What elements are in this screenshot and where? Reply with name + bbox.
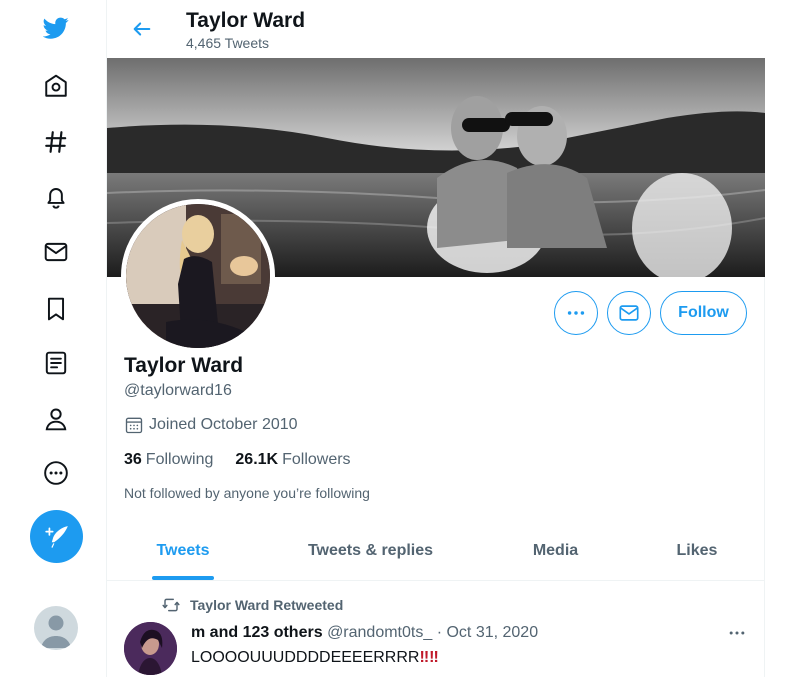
mail-icon[interactable] <box>36 232 76 272</box>
compose-icon <box>44 525 68 548</box>
left-navigation <box>0 0 106 677</box>
retweet-label: Taylor Ward Retweeted <box>190 597 344 613</box>
tab-tweets-and-replies[interactable]: Tweets & replies <box>259 522 482 580</box>
arrow-left-icon <box>133 22 151 36</box>
tab-media[interactable]: Media <box>482 522 629 580</box>
tweet-author-avatar[interactable] <box>124 622 177 675</box>
following-count: 36 <box>124 451 142 468</box>
mail-icon <box>619 305 639 321</box>
tweet-header: m and 123 others @randomt0ts_ · Oct 31, … <box>191 624 538 642</box>
header-title: Taylor Ward <box>186 9 306 32</box>
profile-column: Taylor Ward 4,465 Tweets Follow Taylor W… <box>106 0 765 677</box>
not-followed-notice: Not followed by anyone you’re following <box>124 485 370 501</box>
profile-avatar[interactable] <box>121 199 275 353</box>
tweet-body: LOOOOUUUDDDDEEEERRRR‼‼ <box>191 649 439 667</box>
active-tab-indicator <box>152 576 214 580</box>
bell-icon[interactable] <box>36 177 76 217</box>
following-label: Following <box>145 451 214 468</box>
tweet-author-handle[interactable]: @randomt0ts_ <box>327 624 432 641</box>
account-avatar[interactable] <box>34 606 78 650</box>
tab-label: Likes <box>676 542 718 559</box>
home-icon[interactable] <box>36 66 76 106</box>
profile-header-bar: Taylor Ward 4,465 Tweets <box>107 0 765 58</box>
tweet-date[interactable]: Oct 31, 2020 <box>446 624 538 641</box>
ellipsis-icon <box>567 311 585 315</box>
retweet-context: Taylor Ward Retweeted <box>162 596 343 614</box>
followers-label: Followers <box>282 451 351 468</box>
tab-label: Tweets <box>156 542 210 559</box>
calendar-icon <box>125 417 143 434</box>
list-icon[interactable] <box>36 343 76 383</box>
double-exclamation-emoji: ‼‼ <box>419 649 439 666</box>
tab-tweets[interactable]: Tweets <box>107 522 259 580</box>
tweet-author-name[interactable]: m and 123 others <box>191 624 323 641</box>
profile-name: Taylor Ward <box>124 354 244 377</box>
profile-tabs: Tweets Tweets & replies Media Likes <box>107 522 765 581</box>
following-link[interactable]: 36 Following <box>124 451 213 469</box>
retweet-icon <box>162 598 180 612</box>
joined-text: Joined October 2010 <box>149 416 298 433</box>
tweet-text: LOOOOUUUDDDDEEEERRRR <box>191 649 420 666</box>
tweet-more-button[interactable] <box>721 622 753 644</box>
tab-label: Tweets & replies <box>307 542 434 559</box>
bookmark-icon[interactable] <box>36 289 76 329</box>
message-button[interactable] <box>607 291 651 335</box>
compose-tweet-button[interactable] <box>30 510 83 563</box>
person-icon[interactable] <box>36 399 76 439</box>
ellipsis-icon <box>729 631 745 635</box>
followers-link[interactable]: 26.1K Followers <box>235 451 350 469</box>
follow-button[interactable]: Follow <box>660 291 747 335</box>
back-button[interactable] <box>125 12 159 46</box>
hashtag-icon[interactable] <box>36 122 76 162</box>
followers-count: 26.1K <box>235 451 279 468</box>
tweet-separator: · <box>436 624 443 641</box>
tab-label: Media <box>532 542 579 559</box>
more-circle-icon[interactable] <box>36 453 76 493</box>
tab-likes[interactable]: Likes <box>629 522 765 580</box>
twitter-bird-icon[interactable] <box>36 8 76 48</box>
profile-handle: @taylorward16 <box>124 382 232 399</box>
header-tweet-count: 4,465 Tweets <box>186 35 270 51</box>
joined-date: Joined October 2010 <box>124 415 298 435</box>
tweet-item[interactable]: Taylor Ward Retweeted m and 123 others @… <box>107 582 765 677</box>
follow-stats: 36 Following 26.1K Followers <box>124 451 373 469</box>
more-options-button[interactable] <box>554 291 598 335</box>
